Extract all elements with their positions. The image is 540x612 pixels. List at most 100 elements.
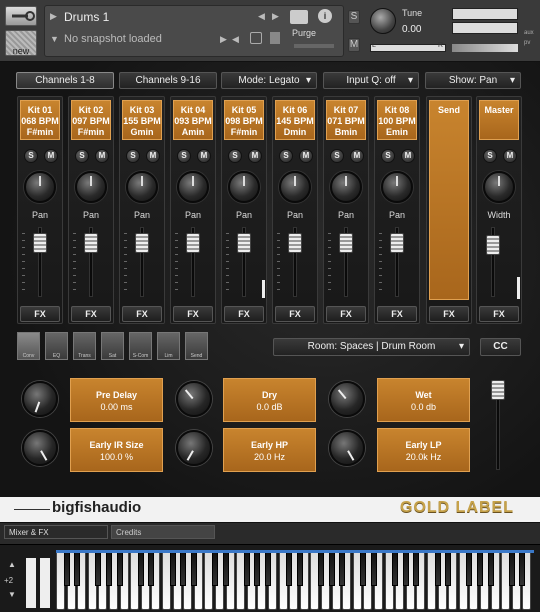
solo-button[interactable]: S <box>177 149 191 163</box>
black-key[interactable] <box>63 552 70 586</box>
black-key[interactable] <box>148 552 155 586</box>
early-lp-param[interactable]: Early LP 20.0k Hz <box>377 428 470 472</box>
next-instrument-icon[interactable]: ▶ <box>272 11 279 22</box>
volume-fader[interactable] <box>339 233 353 253</box>
pan-knob[interactable] <box>330 171 362 203</box>
black-key[interactable] <box>445 552 452 586</box>
black-key[interactable] <box>74 552 81 586</box>
black-key[interactable] <box>508 552 515 586</box>
black-key[interactable] <box>95 552 102 586</box>
mute-button[interactable]: M <box>248 149 262 163</box>
volume-fader[interactable] <box>135 233 149 253</box>
solo-button[interactable]: S <box>75 149 89 163</box>
black-key[interactable] <box>328 552 335 586</box>
mute-button[interactable]: M <box>401 149 415 163</box>
kit-label[interactable]: Kit 04 093 BPM Amin <box>173 100 213 140</box>
mute-button[interactable]: M <box>146 149 160 163</box>
black-key[interactable] <box>360 552 367 586</box>
black-key[interactable] <box>487 552 494 586</box>
dry-param[interactable]: Dry 0.0 dB <box>223 378 316 422</box>
fx-button[interactable]: FX <box>275 306 315 322</box>
solo-button[interactable]: S <box>24 149 38 163</box>
tab-mixer-fx[interactable]: Mixer & FX <box>4 525 108 539</box>
octave-down-icon[interactable]: ▼ <box>8 590 16 599</box>
mute-header-button[interactable]: M <box>348 38 360 52</box>
volume-fader[interactable] <box>237 233 251 253</box>
black-key[interactable] <box>264 552 271 586</box>
fx-tab[interactable]: Conv <box>17 332 40 360</box>
pan-slider[interactable] <box>370 44 446 52</box>
volume-fader[interactable] <box>186 233 200 253</box>
room-dropdown[interactable]: Room: Spaces | Drum Room <box>273 338 470 356</box>
early-hp-param[interactable]: Early HP 20.0 Hz <box>223 428 316 472</box>
black-key[interactable] <box>317 552 324 586</box>
black-key[interactable] <box>190 552 197 586</box>
master-width-knob[interactable] <box>483 171 515 203</box>
black-key[interactable] <box>222 552 229 586</box>
early-ir-param[interactable]: Early IR Size 100.0 % <box>70 428 163 472</box>
pre-delay-knob[interactable] <box>22 381 58 417</box>
black-key[interactable] <box>466 552 473 586</box>
black-key[interactable] <box>434 552 441 586</box>
tab-credits[interactable]: Credits <box>111 525 215 539</box>
input-q-dropdown[interactable]: Input Q: off <box>323 72 419 89</box>
wet-param[interactable]: Wet 0.0 db <box>377 378 470 422</box>
fx-tab[interactable]: S-Com <box>129 332 152 360</box>
mute-button[interactable]: M <box>44 149 58 163</box>
fx-tab[interactable]: Send <box>185 332 208 360</box>
info-icon[interactable]: i <box>318 9 332 23</box>
mute-button[interactable]: M <box>95 149 109 163</box>
octave-up-icon[interactable]: ▲ <box>8 560 16 569</box>
volume-fader[interactable] <box>288 233 302 253</box>
snapshot-name[interactable]: No snapshot loaded <box>64 33 162 45</box>
fx-button[interactable]: FX <box>377 306 417 322</box>
kit-label[interactable]: Kit 07 071 BPM Bmin <box>326 100 366 140</box>
solo-button[interactable]: S <box>279 149 293 163</box>
kit-label[interactable]: Kit 01 068 BPM F#min <box>20 100 60 140</box>
master-mute-button[interactable]: M <box>503 149 517 163</box>
volume-fader[interactable] <box>84 233 98 253</box>
mode-dropdown[interactable]: Mode: Legato <box>221 72 317 89</box>
reverb-fader[interactable] <box>491 380 505 400</box>
pan-knob[interactable] <box>24 171 56 203</box>
wrench-icon[interactable] <box>5 6 37 26</box>
black-key[interactable] <box>180 552 187 586</box>
fx-button[interactable]: FX <box>173 306 213 322</box>
cc-button[interactable]: CC <box>480 338 521 356</box>
solo-button[interactable]: S <box>228 149 242 163</box>
wet-knob[interactable] <box>329 381 365 417</box>
kit-label[interactable]: Kit 06 145 BPM Dmin <box>275 100 315 140</box>
tune-knob[interactable] <box>370 8 396 34</box>
black-key[interactable] <box>392 552 399 586</box>
master-solo-button[interactable]: S <box>483 149 497 163</box>
pre-delay-param[interactable]: Pre Delay 0.00 ms <box>70 378 163 422</box>
collapse-arrow-icon[interactable]: ▶ <box>50 11 57 22</box>
master-fader[interactable] <box>486 235 500 255</box>
kit-label[interactable]: Kit 03 155 BPM Gmin <box>122 100 162 140</box>
octave-label[interactable]: +2 <box>4 576 13 585</box>
fx-tab[interactable]: Sat <box>101 332 124 360</box>
solo-header-button[interactable]: S <box>348 10 360 24</box>
volume-slider[interactable] <box>452 44 518 52</box>
black-key[interactable] <box>243 552 250 586</box>
channels-1-8-button[interactable]: Channels 1-8 <box>16 72 114 89</box>
black-key[interactable] <box>296 552 303 586</box>
solo-button[interactable]: S <box>126 149 140 163</box>
send-fx-button[interactable]: FX <box>429 306 469 322</box>
kit-label[interactable]: Kit 05 098 BPM F#min <box>224 100 264 140</box>
pan-knob[interactable] <box>75 171 107 203</box>
pitch-wheel[interactable] <box>26 558 36 608</box>
purge-dropdown[interactable]: Purge <box>292 28 316 38</box>
mute-button[interactable]: M <box>350 149 364 163</box>
black-key[interactable] <box>254 552 261 586</box>
black-key[interactable] <box>211 552 218 586</box>
solo-button[interactable]: S <box>330 149 344 163</box>
black-key[interactable] <box>519 552 526 586</box>
black-key[interactable] <box>370 552 377 586</box>
mute-button[interactable]: M <box>299 149 313 163</box>
early-hp-knob[interactable] <box>176 430 212 466</box>
fx-button[interactable]: FX <box>71 306 111 322</box>
pan-knob[interactable] <box>279 171 311 203</box>
mute-button[interactable]: M <box>197 149 211 163</box>
tune-value[interactable]: 0.00 <box>402 24 421 35</box>
